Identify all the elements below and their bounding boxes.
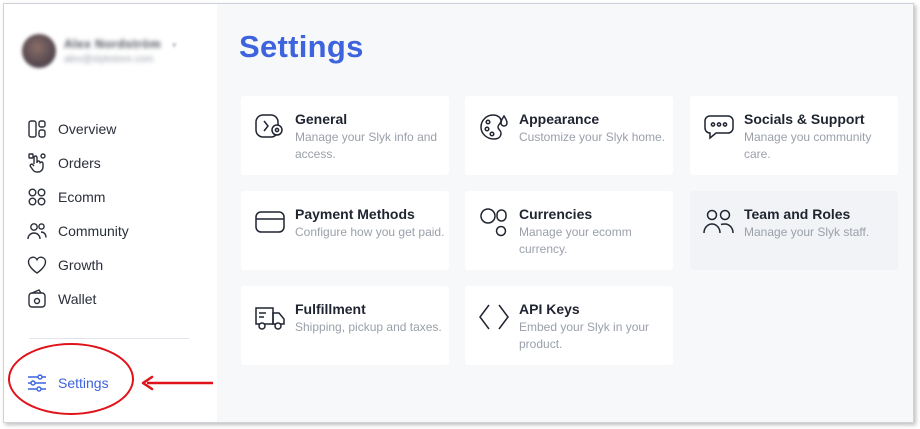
card-description: Customize your Slyk home. bbox=[519, 130, 666, 144]
layout-grid-icon bbox=[26, 118, 48, 140]
hand-pointer-icon bbox=[26, 152, 48, 174]
card-title: Fulfillment bbox=[295, 301, 366, 317]
settings-card-general[interactable]: General Manage your Slyk info and access… bbox=[241, 96, 449, 175]
chevron-down-icon[interactable]: ▾ bbox=[172, 40, 177, 51]
highlight-ellipse bbox=[8, 343, 134, 415]
sidebar-item-label: Community bbox=[58, 223, 129, 239]
settings-card-socials-support[interactable]: Socials & Support Manage you community c… bbox=[690, 96, 898, 175]
settings-card-api-keys[interactable]: API Keys Embed your Slyk in your product… bbox=[465, 286, 673, 365]
annotation-arrow-icon bbox=[141, 375, 213, 391]
profile-subtitle: alex@slykstore.com bbox=[64, 54, 154, 65]
currencies-icon bbox=[477, 205, 511, 239]
main-content: Settings General Manage your Slyk info a… bbox=[217, 4, 913, 422]
heart-icon bbox=[26, 254, 48, 276]
chat-bubble-icon bbox=[702, 110, 736, 144]
settings-card-payment-methods[interactable]: Payment Methods Configure how you get pa… bbox=[241, 191, 449, 270]
team-icon bbox=[702, 205, 736, 239]
sidebar-item-community[interactable]: Community bbox=[4, 214, 217, 248]
card-icon bbox=[253, 205, 287, 239]
sidebar-item-growth[interactable]: Growth bbox=[4, 248, 217, 282]
sidebar-item-label: Ecomm bbox=[58, 189, 106, 205]
card-title: General bbox=[295, 111, 348, 127]
avatar[interactable] bbox=[22, 34, 56, 68]
card-title: API Keys bbox=[519, 301, 580, 317]
page-title: Settings bbox=[239, 29, 364, 64]
settings-card-team-roles[interactable]: Team and Roles Manage your Slyk staff. bbox=[690, 191, 898, 270]
profile-name: Alex Nordström bbox=[64, 37, 162, 51]
sidebar-divider bbox=[29, 338, 189, 339]
settings-card-fulfillment[interactable]: Fulfillment Shipping, pickup and taxes. bbox=[241, 286, 449, 365]
card-description: Manage you community care. bbox=[744, 130, 872, 161]
card-description: Manage your ecomm currency. bbox=[519, 225, 632, 256]
sidebar-item-label: Wallet bbox=[58, 291, 97, 307]
general-settings-icon bbox=[253, 110, 287, 144]
sidebar-item-overview[interactable]: Overview bbox=[4, 112, 217, 146]
sidebar-item-orders[interactable]: Orders bbox=[4, 146, 217, 180]
sidebar-item-wallet[interactable]: Wallet bbox=[4, 282, 217, 316]
sidebar-item-label: Overview bbox=[58, 121, 117, 137]
card-description: Shipping, pickup and taxes. bbox=[295, 320, 442, 334]
four-circles-icon bbox=[26, 186, 48, 208]
app-window: Alex Nordström alex@slykstore.com ▾ Over… bbox=[3, 3, 914, 423]
card-title: Socials & Support bbox=[744, 111, 865, 127]
card-title: Currencies bbox=[519, 206, 593, 222]
sidebar-item-label: Growth bbox=[58, 257, 104, 273]
palette-icon bbox=[477, 110, 511, 144]
sidebar-item-ecomm[interactable]: Ecomm bbox=[4, 180, 217, 214]
settings-card-currencies[interactable]: Currencies Manage your ecomm currency. bbox=[465, 191, 673, 270]
card-description: Manage your Slyk staff. bbox=[744, 225, 870, 239]
users-icon bbox=[26, 220, 48, 242]
sidebar-item-label: Orders bbox=[58, 155, 101, 171]
card-title: Payment Methods bbox=[295, 206, 415, 222]
sidebar-nav: Overview Orders Ecomm Community Growth W… bbox=[4, 112, 217, 316]
code-brackets-icon bbox=[477, 300, 511, 334]
profile-switcher[interactable]: Alex Nordström alex@slykstore.com ▾ bbox=[22, 34, 177, 68]
settings-card-appearance[interactable]: Appearance Customize your Slyk home. bbox=[465, 96, 673, 175]
profile-info: Alex Nordström alex@slykstore.com bbox=[64, 37, 161, 65]
card-title: Appearance bbox=[519, 111, 600, 127]
card-description: Embed your Slyk in your product. bbox=[519, 320, 650, 351]
card-description: Manage your Slyk info and access. bbox=[295, 130, 438, 161]
card-description: Configure how you get paid. bbox=[295, 225, 445, 239]
truck-icon bbox=[253, 300, 287, 334]
card-title: Team and Roles bbox=[744, 206, 851, 222]
wallet-icon bbox=[26, 288, 48, 310]
